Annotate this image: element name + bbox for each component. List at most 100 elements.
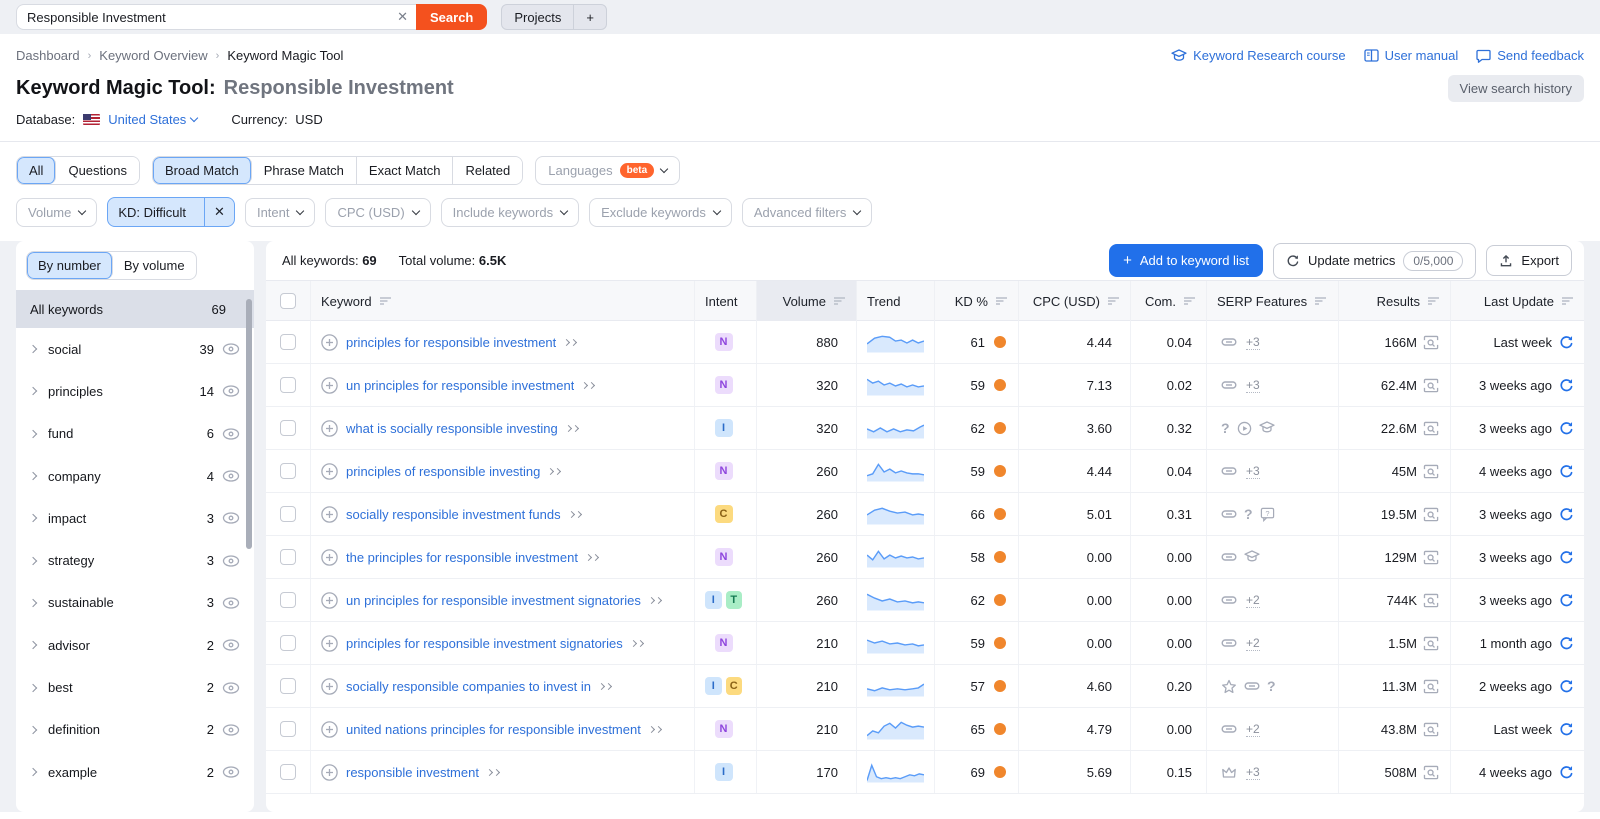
select-all-checkbox[interactable]	[280, 293, 296, 309]
expand-keyword-icon[interactable]	[586, 555, 598, 560]
eye-icon[interactable]	[222, 639, 240, 651]
eye-icon[interactable]	[222, 682, 240, 694]
serp-preview-icon[interactable]	[1423, 550, 1440, 565]
remove-filter-icon[interactable]: ✕	[204, 198, 234, 226]
refresh-icon[interactable]	[1559, 464, 1574, 479]
serp-preview-icon[interactable]	[1423, 636, 1440, 651]
sidebar-group-sustainable[interactable]: sustainable 3	[16, 582, 254, 624]
keyword-link[interactable]: the principles for responsible investmen…	[346, 550, 578, 565]
eye-icon[interactable]	[222, 343, 240, 355]
refresh-icon[interactable]	[1559, 378, 1574, 393]
sidebar-tab-by-volume[interactable]: By volume	[113, 252, 196, 279]
eye-icon[interactable]	[222, 512, 240, 524]
eye-icon[interactable]	[222, 766, 240, 778]
add-keyword-icon[interactable]	[321, 463, 338, 480]
column-header-results[interactable]: Results	[1338, 281, 1450, 321]
sidebar-group-impact[interactable]: impact 3	[16, 497, 254, 539]
row-checkbox[interactable]	[280, 377, 296, 393]
refresh-icon[interactable]	[1559, 636, 1574, 651]
match-tab-broad-match[interactable]: Broad Match	[153, 157, 252, 184]
serp-preview-icon[interactable]	[1423, 464, 1440, 479]
all-keywords-row[interactable]: All keywords 69	[16, 290, 254, 328]
add-keyword-icon[interactable]	[321, 764, 338, 781]
column-header-keyword[interactable]: Keyword	[310, 281, 694, 321]
user-manual-link[interactable]: User manual	[1364, 48, 1459, 63]
keyword-link[interactable]: socially responsible investment funds	[346, 507, 561, 522]
serp-preview-icon[interactable]	[1423, 335, 1440, 350]
keyword-link[interactable]: united nations principles for responsibl…	[346, 722, 641, 737]
expand-keyword-icon[interactable]	[487, 770, 499, 775]
match-tab-questions[interactable]: Questions	[56, 157, 139, 184]
update-metrics-button[interactable]: Update metrics 0/5,000	[1273, 243, 1476, 279]
column-header-kd-%[interactable]: KD %	[934, 281, 1018, 321]
row-checkbox[interactable]	[280, 635, 296, 651]
sidebar-group-fund[interactable]: fund 6	[16, 413, 254, 455]
serp-preview-icon[interactable]	[1423, 378, 1440, 393]
expand-keyword-icon[interactable]	[566, 426, 578, 431]
serp-more-features[interactable]: +2	[1246, 636, 1260, 651]
eye-icon[interactable]	[222, 597, 240, 609]
serp-preview-icon[interactable]	[1423, 765, 1440, 780]
expand-keyword-icon[interactable]	[582, 383, 594, 388]
sidebar-group-example[interactable]: example 2	[16, 751, 254, 793]
view-search-history-button[interactable]: View search history	[1448, 75, 1584, 102]
keyword-link[interactable]: principles for responsible investment si…	[346, 636, 623, 651]
refresh-icon[interactable]	[1559, 421, 1574, 436]
sidebar-scrollbar[interactable]	[246, 299, 252, 549]
add-keyword-icon[interactable]	[321, 506, 338, 523]
column-header-volume[interactable]: Volume	[756, 281, 856, 321]
clear-search-icon[interactable]: ✕	[397, 9, 408, 25]
sidebar-group-definition[interactable]: definition 2	[16, 709, 254, 751]
sidebar-group-best[interactable]: best 2	[16, 666, 254, 708]
row-checkbox[interactable]	[280, 420, 296, 436]
filter-exclude-keywords[interactable]: Exclude keywords	[589, 198, 732, 227]
serp-preview-icon[interactable]	[1423, 722, 1440, 737]
row-checkbox[interactable]	[280, 549, 296, 565]
keyword-link[interactable]: principles for responsible investment	[346, 335, 556, 350]
row-checkbox[interactable]	[280, 592, 296, 608]
sidebar-group-strategy[interactable]: strategy 3	[16, 539, 254, 581]
add-keyword-icon[interactable]	[321, 592, 338, 609]
export-button[interactable]: Export	[1486, 245, 1572, 276]
row-checkbox[interactable]	[280, 721, 296, 737]
serp-more-features[interactable]: +3	[1246, 765, 1260, 780]
search-button[interactable]: Search	[416, 4, 487, 30]
keyword-link[interactable]: responsible investment	[346, 765, 479, 780]
refresh-icon[interactable]	[1559, 550, 1574, 565]
refresh-icon[interactable]	[1559, 765, 1574, 780]
match-tab-phrase-match[interactable]: Phrase Match	[252, 157, 357, 184]
row-checkbox[interactable]	[280, 334, 296, 350]
refresh-icon[interactable]	[1559, 593, 1574, 608]
sidebar-tab-by-number[interactable]: By number	[27, 252, 113, 279]
row-checkbox[interactable]	[280, 506, 296, 522]
refresh-icon[interactable]	[1559, 722, 1574, 737]
keyword-link[interactable]: socially responsible companies to invest…	[346, 679, 591, 694]
serp-preview-icon[interactable]	[1423, 679, 1440, 694]
add-keyword-icon[interactable]	[321, 549, 338, 566]
sidebar-group-advisor[interactable]: advisor 2	[16, 624, 254, 666]
filter-cpc-usd-[interactable]: CPC (USD)	[325, 198, 430, 227]
expand-keyword-icon[interactable]	[599, 684, 611, 689]
expand-keyword-icon[interactable]	[564, 340, 576, 345]
expand-keyword-icon[interactable]	[569, 512, 581, 517]
breadcrumb-keyword-overview[interactable]: Keyword Overview	[99, 48, 207, 63]
serp-more-features[interactable]: +2	[1246, 722, 1260, 737]
add-keyword-icon[interactable]	[321, 420, 338, 437]
eye-icon[interactable]	[222, 385, 240, 397]
projects-button[interactable]: Projects	[502, 5, 573, 29]
breadcrumb-dashboard[interactable]: Dashboard	[16, 48, 80, 63]
filter-volume[interactable]: Volume	[16, 198, 97, 227]
column-header-cpc-usd-[interactable]: CPC (USD)	[1018, 281, 1130, 321]
column-header-last-update[interactable]: Last Update	[1450, 281, 1584, 321]
search-input[interactable]	[16, 4, 416, 30]
eye-icon[interactable]	[222, 470, 240, 482]
filter-kd-difficult[interactable]: KD: Difficult✕	[107, 197, 235, 227]
column-header-com-[interactable]: Com.	[1130, 281, 1206, 321]
expand-keyword-icon[interactable]	[649, 727, 661, 732]
serp-more-features[interactable]: +3	[1246, 335, 1260, 350]
row-checkbox[interactable]	[280, 764, 296, 780]
eye-icon[interactable]	[222, 724, 240, 736]
refresh-icon[interactable]	[1559, 335, 1574, 350]
match-tab-exact-match[interactable]: Exact Match	[357, 157, 454, 184]
eye-icon[interactable]	[222, 428, 240, 440]
